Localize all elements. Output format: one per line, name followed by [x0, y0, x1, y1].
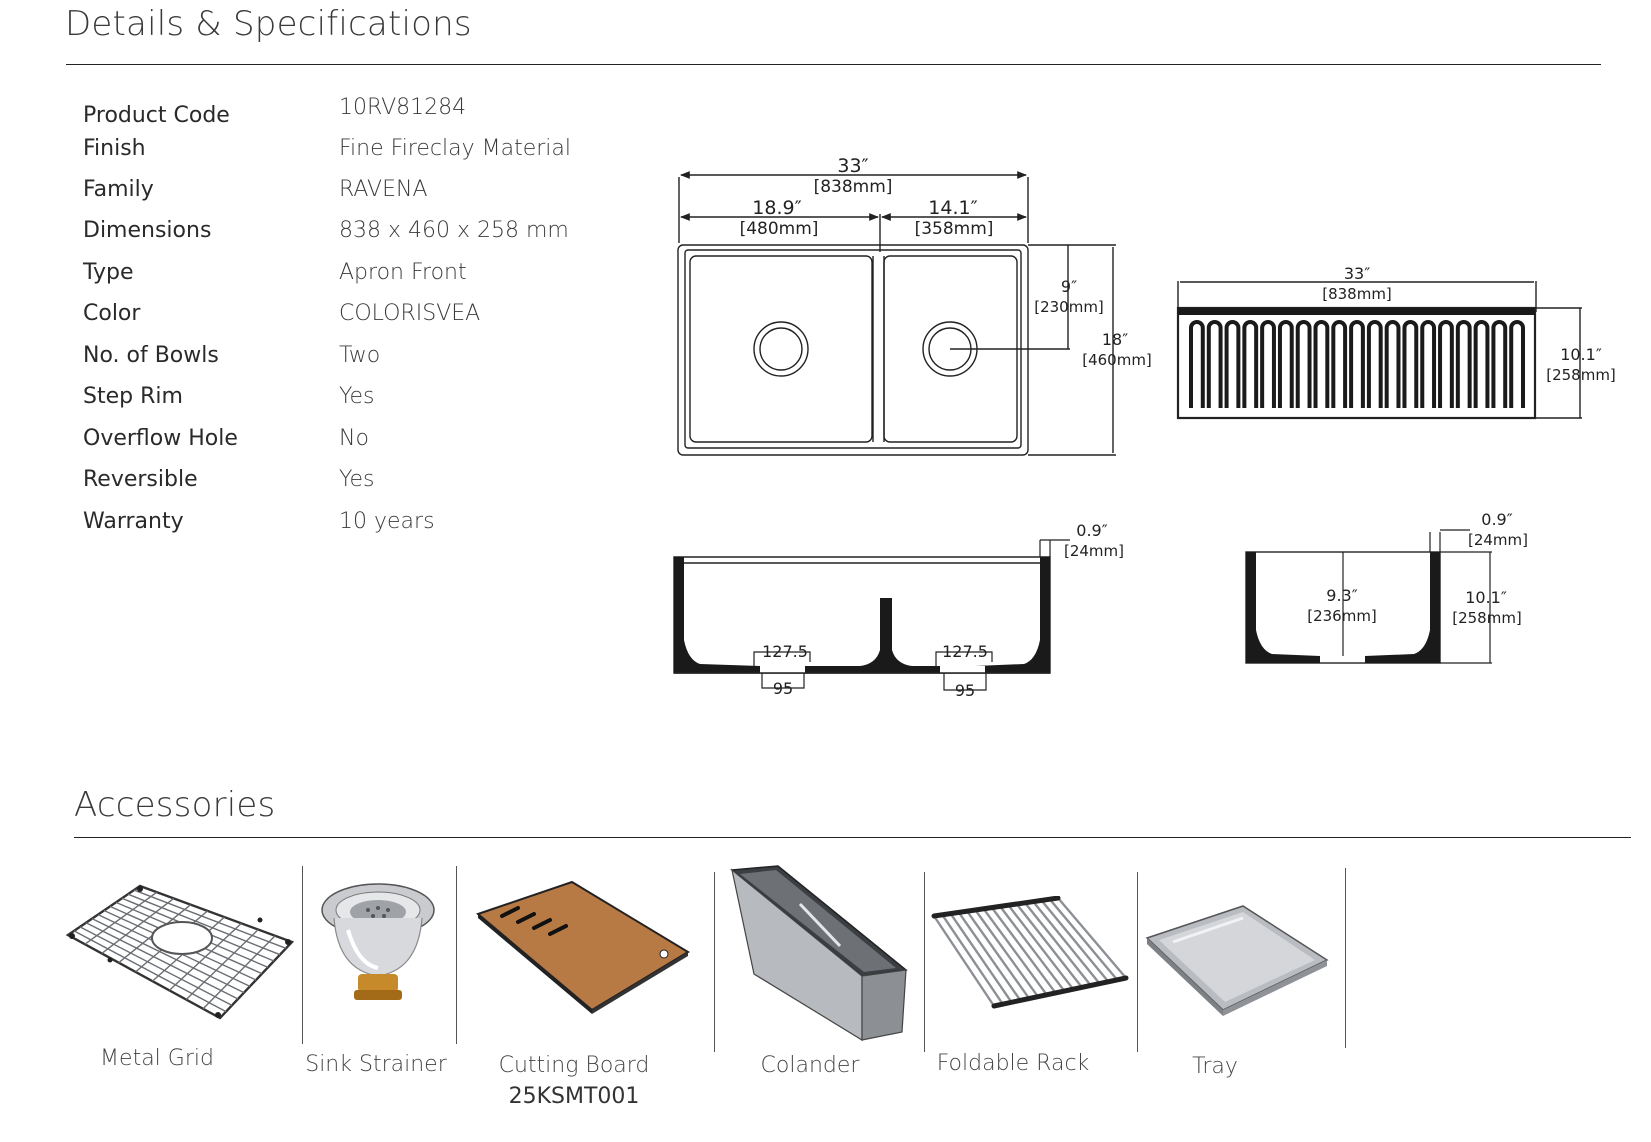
top-depth-in: 18″ [1102, 330, 1128, 349]
rack-bar [1032, 900, 1101, 985]
side-height-mm: [258mm] [1452, 609, 1522, 627]
long-rim-mm: [24mm] [1064, 542, 1124, 560]
rack-bar [1007, 904, 1075, 990]
side-inner-mm: [236mm] [1307, 607, 1377, 625]
rack-bar [966, 910, 1031, 1000]
accessory-code-cutting-board: 25KSMT001 [508, 1084, 640, 1109]
apron-outline [1176, 306, 1537, 420]
accessories-title: Accessories [74, 785, 276, 825]
side-section-drawing [1245, 529, 1492, 664]
rack-bar [1057, 897, 1127, 979]
technical-drawings: 33″ [838mm] 18.9″ [480mm] 14.1″ [358mm] … [673, 155, 1616, 700]
rack-bar [941, 914, 1004, 1005]
accessory-label-tray: Tray [1192, 1054, 1238, 1079]
rack-bar [949, 912, 1013, 1003]
side-height-in: 10.1″ [1465, 588, 1507, 607]
accessory-divider [924, 872, 925, 1052]
accessory-tray[interactable] [1143, 898, 1333, 1022]
top-depth-mm: [460mm] [1082, 351, 1152, 369]
accessory-divider [714, 872, 715, 1052]
cutting-board-icon [476, 880, 690, 1014]
apron-rim [1178, 308, 1535, 315]
top-bowl-depth-mm: [230mm] [1034, 298, 1104, 316]
front-height-in: 10.1″ [1560, 345, 1602, 364]
front-width-mm: [838mm] [1322, 285, 1392, 303]
top-overall-mm: [838mm] [814, 177, 893, 197]
top-overall-in: 33″ [837, 155, 868, 177]
accessory-label-metal-grid: Metal Grid [100, 1046, 214, 1071]
rack-bar [999, 905, 1066, 992]
accessory-divider [1345, 868, 1346, 1048]
accessory-divider [302, 866, 303, 1044]
side-rim-mm: [24mm] [1468, 531, 1528, 549]
long-drain-right-bottom: 95 [955, 681, 975, 700]
top-right-mm: [358mm] [915, 219, 994, 239]
rack-bar [1048, 898, 1119, 981]
long-drain-left-bottom: 95 [773, 679, 793, 698]
rack-bar [982, 908, 1048, 996]
accessory-label-sink-strainer: Sink Strainer [305, 1052, 447, 1077]
long-drain-right-top: 127.5 [942, 642, 988, 661]
long-drain-left-top: 127.5 [762, 642, 808, 661]
rack-bar [933, 915, 995, 1007]
rack-bar [990, 906, 1057, 994]
top-left-mm: [480mm] [740, 219, 819, 239]
accessory-label-cutting-board: Cutting Board [498, 1053, 650, 1078]
long-section-drawing [673, 539, 1070, 691]
front-width-in: 33″ [1344, 264, 1370, 283]
side-rim-in: 0.9″ [1481, 510, 1512, 529]
accessory-cutting-board[interactable] [474, 878, 694, 1022]
rack-bar [974, 909, 1039, 998]
tray-icon [1145, 905, 1329, 1016]
rack-bar [957, 911, 1022, 1002]
accessory-divider [456, 866, 457, 1044]
accessory-foldable-rack[interactable] [930, 895, 1130, 1020]
accessory-label-colander: Colander [760, 1053, 860, 1078]
metal-grid-icon [65, 884, 295, 1020]
foldable-rack-icon [931, 895, 1129, 1009]
long-rim-in: 0.9″ [1076, 521, 1107, 540]
top-left-in: 18.9″ [752, 197, 801, 219]
sink-strainer-icon [321, 883, 435, 1000]
accessories-divider [74, 837, 1631, 838]
front-height-mm: [258mm] [1546, 366, 1616, 384]
accessory-divider [1137, 872, 1138, 1052]
accessory-sink-strainer[interactable] [318, 880, 438, 1014]
rack-bar [1040, 899, 1110, 983]
side-inner-in: 9.3″ [1326, 586, 1357, 605]
accessory-label-foldable-rack: Foldable Rack [936, 1051, 1090, 1076]
top-bowl-depth-in: 9″ [1061, 277, 1077, 296]
accessory-metal-grid[interactable] [60, 880, 300, 1034]
accessory-colander[interactable] [730, 864, 910, 1048]
top-right-in: 14.1″ [928, 197, 977, 219]
colander-icon [730, 865, 908, 1042]
rack-bar [1023, 902, 1092, 987]
